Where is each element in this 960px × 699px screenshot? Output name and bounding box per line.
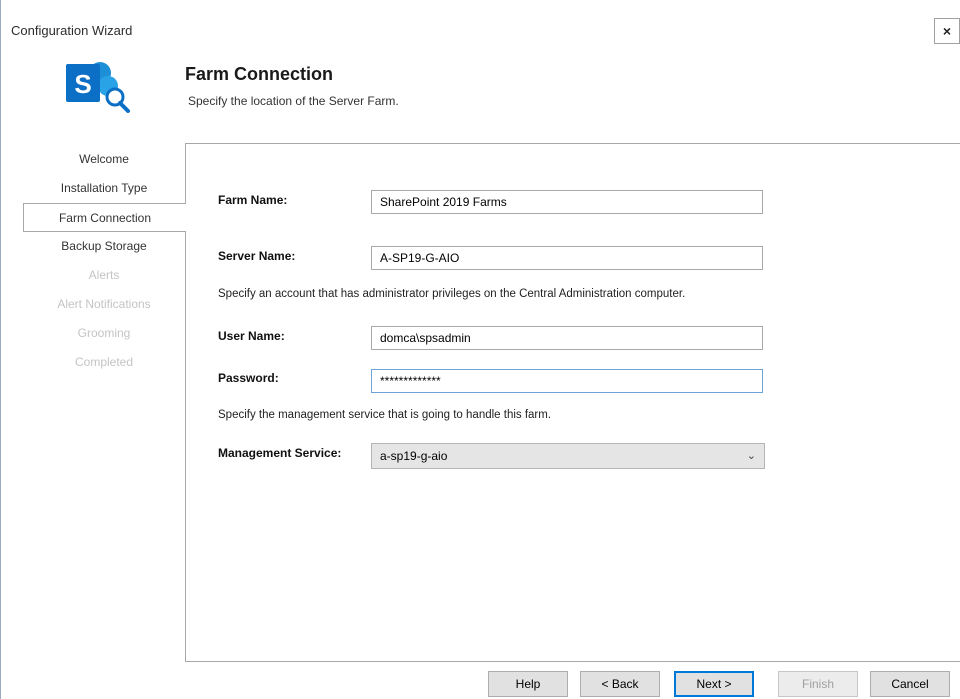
farm-name-input[interactable]: SharePoint 2019 Farms <box>371 190 763 214</box>
nav-step-grooming: Grooming <box>77 326 131 340</box>
finish-button: Finish <box>778 671 858 697</box>
farm-name-label: Farm Name: <box>218 193 288 207</box>
management-info-text: Specify the management service that is g… <box>218 409 552 421</box>
chevron-down-icon: ⌄ <box>746 450 756 462</box>
password-label: Password: <box>218 371 279 385</box>
farm-connection-panel <box>185 143 960 662</box>
svg-text:S: S <box>74 69 91 99</box>
help-button[interactable]: Help <box>488 671 568 697</box>
page-title: Farm Connection <box>185 64 334 84</box>
page-subtitle: Specify the location of the Server Farm. <box>188 94 399 108</box>
password-input[interactable]: ************* <box>371 369 763 393</box>
server-name-input[interactable]: A-SP19-G-AIO <box>371 246 763 270</box>
window-title: Configuration Wizard <box>11 23 133 38</box>
close-button[interactable]: × <box>934 18 960 44</box>
sharepoint-search-logo-icon: S <box>66 62 130 113</box>
user-name-label: User Name: <box>218 329 285 343</box>
nav-step-backup-storage[interactable]: Backup Storage <box>23 232 185 261</box>
back-button[interactable]: < Back <box>580 671 660 697</box>
management-service-value: a-sp19-g-aio <box>380 449 448 463</box>
nav-step-alert-notifications: Alert Notifications <box>57 297 151 311</box>
server-name-label: Server Name: <box>218 249 296 263</box>
nav-step-installation-type[interactable]: Installation Type <box>23 174 185 203</box>
nav-step-alerts: Alerts <box>88 268 120 282</box>
cancel-button[interactable]: Cancel <box>870 671 950 697</box>
close-icon: × <box>942 23 952 39</box>
title-bar: Configuration Wizard × <box>1 0 960 44</box>
next-button[interactable]: Next > <box>674 671 754 697</box>
nav-step-welcome[interactable]: Welcome <box>23 145 185 174</box>
nav-step-completed: Completed <box>74 355 134 369</box>
configuration-wizard-window: Configuration Wizard × S Farm Connection… <box>0 0 960 699</box>
wizard-step-nav: Welcome Installation Type Farm Connectio… <box>23 145 186 377</box>
management-service-dropdown[interactable]: a-sp19-g-aio ⌄ <box>371 443 765 469</box>
management-service-label: Management Service: <box>218 446 342 460</box>
nav-step-farm-connection[interactable]: Farm Connection <box>23 203 186 232</box>
account-info-text: Specify an account that has administrato… <box>218 288 686 300</box>
user-name-input[interactable]: domca\spsadmin <box>371 326 763 350</box>
